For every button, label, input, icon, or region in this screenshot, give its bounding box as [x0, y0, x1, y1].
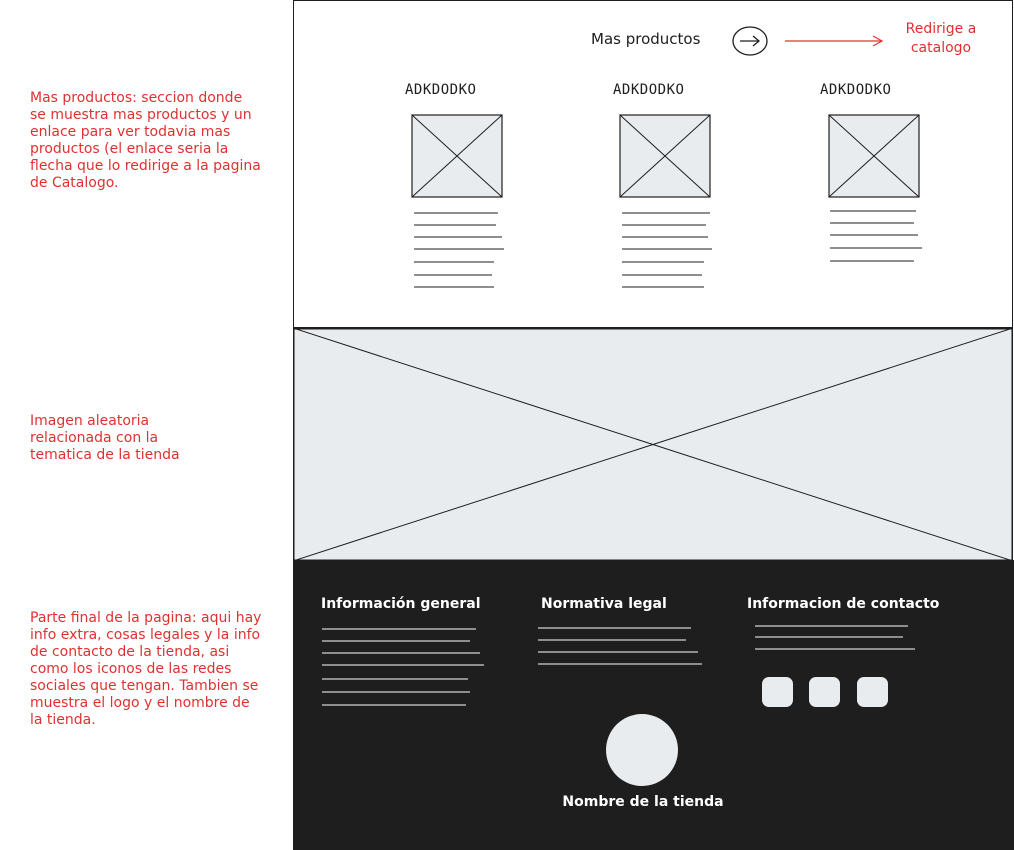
store-name: Nombre de la tienda — [562, 794, 724, 810]
footer-heading-contact[interactable]: Informacion de contacto — [747, 596, 939, 612]
product-title: ADKDODKO — [405, 82, 477, 98]
product-image-placeholder — [619, 114, 711, 198]
redirect-annotation: Redirige a catalogo — [881, 20, 1001, 58]
product-title: ADKDODKO — [820, 82, 892, 98]
store-logo — [606, 714, 678, 786]
social-icon[interactable] — [857, 677, 888, 707]
social-icon[interactable] — [809, 677, 840, 707]
wireframe-canvas: Mas productos: seccion donde se muestra … — [0, 0, 1014, 850]
footer-heading-legal[interactable]: Normativa legal — [541, 596, 667, 612]
arrow-right-icon[interactable] — [731, 25, 769, 57]
image-section-annotation: Imagen aleatoria relacionada con la tema… — [30, 413, 180, 463]
contact-text-lines — [755, 625, 915, 650]
product-image-placeholder — [828, 114, 920, 198]
more-products-link[interactable]: Mas productos — [591, 30, 700, 48]
random-image-placeholder — [293, 328, 1013, 561]
footer-section-annotation: Parte final de la pagina: aqui hay info … — [30, 610, 262, 728]
product-description-lines — [830, 210, 922, 262]
social-icon[interactable] — [762, 677, 793, 707]
product-description-lines — [414, 212, 504, 288]
footer-heading-general-info[interactable]: Información general — [321, 596, 481, 612]
redirect-annotation-line-1: Redirige a — [905, 21, 977, 37]
footer: Información general Normativa legal Info… — [293, 560, 1014, 850]
redirect-annotation-line-2: catalogo — [910, 40, 972, 56]
legal-text-lines — [538, 627, 702, 665]
product-image-placeholder — [411, 114, 503, 198]
product-description-lines — [622, 212, 712, 288]
products-section-annotation: Mas productos: seccion donde se muestra … — [30, 90, 261, 191]
general-info-text-lines — [322, 628, 484, 706]
product-title: ADKDODKO — [613, 82, 685, 98]
redirect-arrow-icon — [785, 35, 884, 47]
